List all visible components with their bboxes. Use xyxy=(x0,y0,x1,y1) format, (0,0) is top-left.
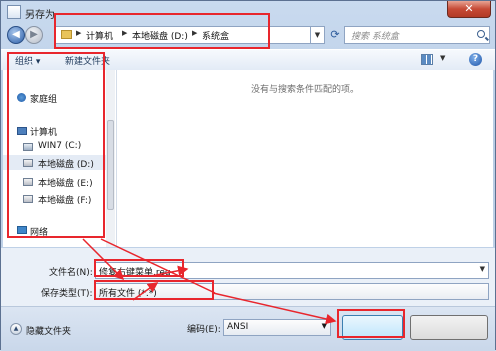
save-as-dialog: 另存为 ✕ ◀ ▶ ▶ 计算机 ▶ 本地磁盘 (D:) ▶ 系统盒 ▼ ⟳ 搜索… xyxy=(0,0,496,351)
annotation-arrows xyxy=(82,238,337,325)
annotation-arrow xyxy=(212,292,337,325)
annotation-arrow xyxy=(82,238,125,281)
annotation-arrow xyxy=(100,238,216,294)
annotation-arrow xyxy=(150,265,189,277)
annotation-arrow xyxy=(132,282,159,301)
